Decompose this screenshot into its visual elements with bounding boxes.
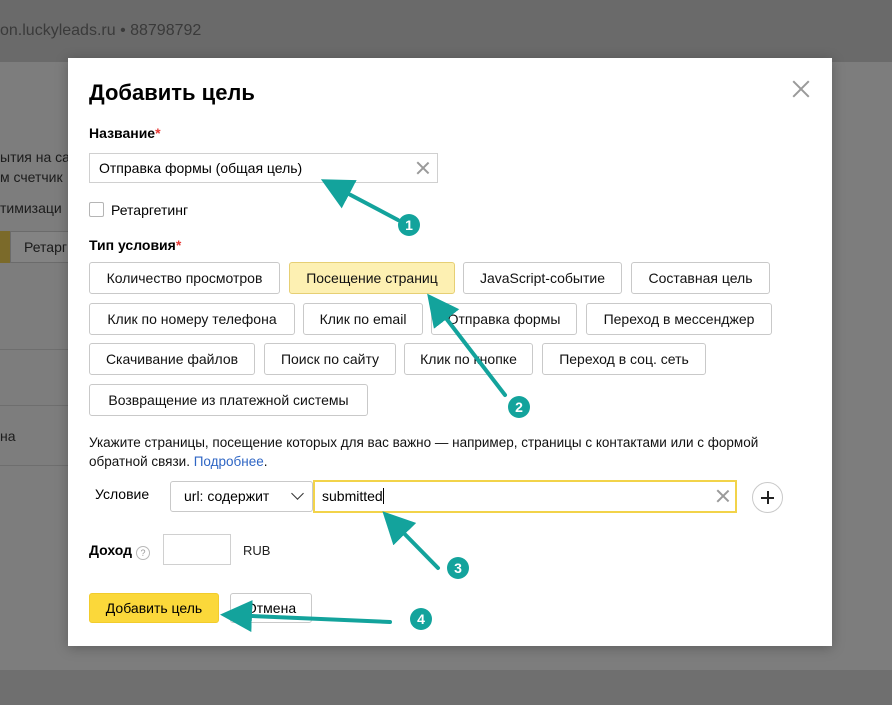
add-goal-dialog: Добавить цель Название* Отправка формы (… bbox=[68, 58, 832, 646]
background-footer bbox=[0, 670, 892, 705]
condition-type-chip[interactable]: Скачивание файлов bbox=[89, 343, 255, 375]
hint-end: . bbox=[263, 454, 268, 469]
condition-type-chip[interactable]: Количество просмотров bbox=[89, 262, 280, 294]
annotation-badge: 1 bbox=[398, 214, 420, 236]
add-condition-button[interactable] bbox=[752, 482, 783, 513]
background-divider bbox=[0, 349, 70, 350]
retargeting-label[interactable]: Ретаргетинг bbox=[111, 202, 188, 218]
background-header: on.luckyleads.ru • 88798792 bbox=[0, 0, 892, 62]
condition-type-chip[interactable]: JavaScript-событие bbox=[463, 262, 622, 294]
condition-value-text: submitted bbox=[322, 488, 383, 504]
condition-type-chip[interactable]: Переход в мессенджер bbox=[586, 303, 772, 335]
condition-type-chip[interactable]: Клик по email bbox=[303, 303, 423, 335]
background-tab: Ретарг bbox=[10, 231, 70, 263]
dialog-title: Добавить цель bbox=[89, 80, 255, 105]
add-goal-button[interactable]: Добавить цель bbox=[89, 593, 219, 623]
name-label: Название* bbox=[89, 125, 161, 141]
condition-value-input[interactable]: submitted bbox=[313, 480, 737, 513]
background-text-fragment: м счетчик bbox=[0, 169, 63, 185]
condition-type-chip[interactable]: Переход в соц. сеть bbox=[542, 343, 706, 375]
background-text-fragment: на bbox=[0, 428, 16, 444]
condition-type-chip[interactable]: Поиск по сайту bbox=[264, 343, 396, 375]
condition-type-chip[interactable]: Клик по номеру телефона bbox=[89, 303, 295, 335]
condition-type-chip[interactable]: Клик по кнопке bbox=[404, 343, 533, 375]
background-text-fragment: тимизаци bbox=[0, 200, 62, 216]
goal-name-value: Отправка формы (общая цель) bbox=[99, 160, 303, 176]
condition-type-label-text: Тип условия bbox=[89, 237, 176, 253]
annotation-badge: 2 bbox=[508, 396, 530, 418]
goal-name-input[interactable]: Отправка формы (общая цель) bbox=[89, 153, 438, 183]
name-label-text: Название bbox=[89, 125, 156, 141]
income-label-text: Доход bbox=[89, 542, 133, 558]
chevron-down-icon bbox=[291, 487, 304, 500]
text-cursor bbox=[382, 488, 384, 504]
condition-type-chip-selected[interactable]: Посещение страниц bbox=[289, 262, 455, 294]
required-mark: * bbox=[175, 237, 182, 253]
background-divider bbox=[0, 405, 70, 406]
more-info-link[interactable]: Подробнее bbox=[194, 454, 264, 469]
income-input[interactable] bbox=[163, 534, 231, 565]
annotation-badge: 3 bbox=[447, 557, 469, 579]
background-site-label: on.luckyleads.ru • 88798792 bbox=[0, 22, 202, 39]
background-tab-active bbox=[0, 231, 10, 263]
currency-label: RUB bbox=[243, 543, 271, 558]
hint-text: Укажите страницы, посещение которых для … bbox=[89, 435, 759, 469]
background-text-fragment: ытия на са bbox=[0, 149, 70, 165]
close-icon[interactable] bbox=[792, 80, 810, 98]
condition-hint: Укажите страницы, посещение которых для … bbox=[89, 433, 819, 471]
condition-operator-select[interactable]: url: содержит bbox=[170, 481, 313, 512]
background-divider bbox=[0, 465, 70, 466]
clear-name-icon[interactable] bbox=[416, 161, 430, 175]
condition-type-chip[interactable]: Отправка формы bbox=[431, 303, 577, 335]
condition-type-chip[interactable]: Составная цель bbox=[631, 262, 770, 294]
help-icon[interactable]: ? bbox=[136, 546, 151, 560]
annotation-badge: 4 bbox=[410, 608, 432, 630]
clear-condition-icon[interactable] bbox=[716, 489, 730, 503]
income-label: Доход? bbox=[89, 542, 151, 560]
retargeting-checkbox[interactable] bbox=[89, 202, 104, 217]
condition-type-chip[interactable]: Возвращение из платежной системы bbox=[89, 384, 368, 416]
cancel-button[interactable]: Отмена bbox=[230, 593, 312, 623]
required-mark: * bbox=[155, 125, 161, 141]
condition-type-label: Тип условия* bbox=[89, 237, 181, 253]
condition-label: Условие bbox=[95, 486, 150, 502]
condition-operator-value: url: содержит bbox=[184, 488, 270, 504]
